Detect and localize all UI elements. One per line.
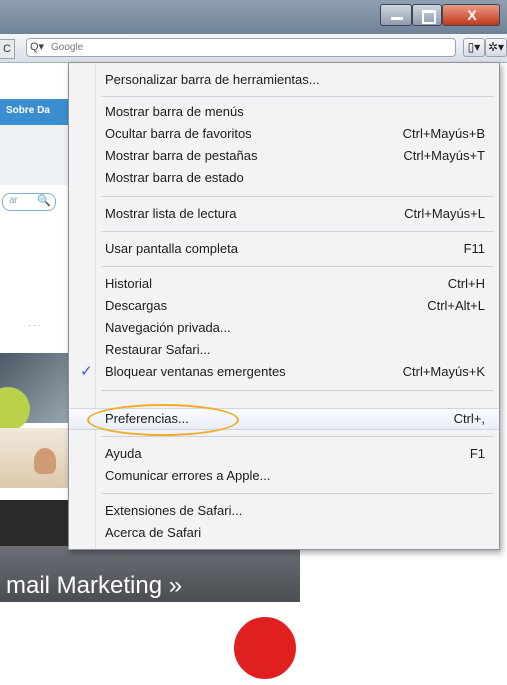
footer-banner-text[interactable]: mail Marketing »	[6, 572, 182, 600]
menu-item-show-reading-list[interactable]: Mostrar lista de lectura Ctrl+Mayús+L	[69, 203, 499, 225]
menu-item-show-status-bar[interactable]: Mostrar barra de estado	[69, 167, 499, 189]
menu-separator	[101, 231, 493, 232]
page-strip-text: · · ·	[28, 321, 41, 330]
menu-item-show-menu-bar[interactable]: Mostrar barra de menús	[69, 101, 499, 123]
page-search-field[interactable]: ar 🔍	[2, 193, 56, 211]
menu-separator	[101, 493, 493, 494]
menu-item-full-screen[interactable]: Usar pantalla completa F11	[69, 238, 499, 260]
menu-separator	[101, 196, 493, 197]
menu-item-reset-safari[interactable]: Restaurar Safari...	[69, 339, 499, 361]
close-button[interactable]: X	[442, 4, 500, 26]
menu-separator	[101, 390, 493, 391]
browser-toolbar: C Q▾ ▯▾ ✲▾	[0, 34, 507, 63]
minimize-button[interactable]	[380, 4, 412, 26]
menu-item-safari-extensions[interactable]: Extensiones de Safari...	[69, 500, 499, 522]
settings-dropdown-menu: Personalizar barra de herramientas... Mo…	[68, 62, 500, 550]
page-left-strip: Sobre Da ar 🔍 · · ·	[0, 63, 70, 602]
checkmark-icon: ✓	[80, 363, 93, 380]
page-panel	[0, 125, 70, 185]
menu-separator	[101, 266, 493, 267]
menu-item-private-browsing[interactable]: Navegación privada...	[69, 317, 499, 339]
menu-item-about-safari[interactable]: Acerca de Safari	[69, 522, 499, 544]
search-icon: Q▾	[30, 41, 45, 53]
promo-image	[0, 353, 70, 431]
window-titlebar: X	[0, 0, 507, 34]
menu-item-report-bugs[interactable]: Comunicar errores a Apple...	[69, 465, 499, 487]
menu-item-downloads[interactable]: Descargas Ctrl+Alt+L	[69, 295, 499, 317]
page-search-icon: 🔍	[37, 195, 51, 207]
page-dark-band	[0, 500, 70, 546]
page-footer-banner: mail Marketing »	[0, 546, 300, 602]
menu-item-hide-favorites-bar[interactable]: Ocultar barra de favoritos Ctrl+Mayús+B	[69, 123, 499, 145]
page-nav-bar: Sobre Da	[0, 99, 70, 125]
search-input[interactable]	[51, 40, 401, 55]
menu-separator	[101, 96, 493, 97]
settings-menu-button[interactable]: ✲▾	[485, 38, 507, 57]
menu-item-help[interactable]: Ayuda F1	[69, 443, 499, 465]
page-menu-button[interactable]: ▯▾	[463, 38, 485, 57]
menu-item-history[interactable]: Historial Ctrl+H	[69, 273, 499, 295]
red-badge-graphic	[228, 611, 302, 685]
menu-separator	[101, 436, 493, 437]
menu-item-block-popups[interactable]: ✓ Bloquear ventanas emergentes Ctrl+Mayú…	[69, 361, 499, 383]
close-icon: X	[467, 7, 477, 23]
maximize-button[interactable]	[412, 4, 442, 26]
reload-button[interactable]: C	[0, 39, 15, 59]
highlight-circle-annotation	[87, 404, 239, 436]
page-nav-tab[interactable]: Sobre Da	[6, 105, 50, 116]
search-field[interactable]: Q▾	[26, 38, 456, 57]
promo-photo	[0, 428, 70, 488]
page-search-text: ar	[9, 195, 18, 206]
menu-item-customize-toolbar[interactable]: Personalizar barra de herramientas...	[69, 69, 499, 91]
menu-item-show-tab-bar[interactable]: Mostrar barra de pestañas Ctrl+Mayús+T	[69, 145, 499, 167]
